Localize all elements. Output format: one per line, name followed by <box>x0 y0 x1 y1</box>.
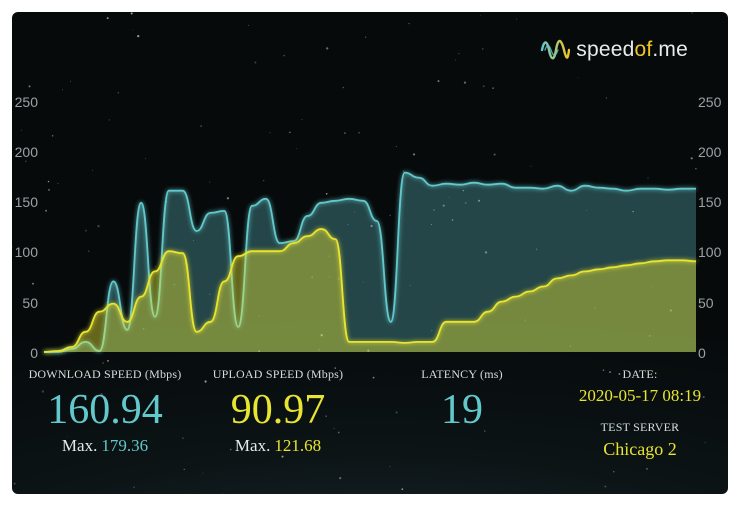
upload-label: UPLOAD SPEED (Mbps) <box>212 367 344 381</box>
date-stat: DATE: 2020-05-17 08:19 <box>562 367 718 406</box>
download-label: DOWNLOAD SPEED (Mbps) <box>28 367 182 381</box>
download-value: 160.94 <box>47 387 163 433</box>
latency-stat: LATENCY (ms) 19 <box>408 367 516 432</box>
server-value: Chicago 2 <box>603 439 677 459</box>
download-max-label: Max. <box>61 436 98 455</box>
download-max-value: 179.36 <box>101 436 149 455</box>
server-stat: TEST SERVER Chicago 2 <box>562 420 718 460</box>
upload-max-value: 121.68 <box>274 436 322 455</box>
upload-value: 90.97 <box>230 387 326 433</box>
latency-value: 19 <box>441 387 483 433</box>
upload-max-label: Max. <box>234 436 271 455</box>
speedtest-card: speedof.me 250 200 150 100 50 0 250 200 … <box>12 12 728 494</box>
upload-stat: UPLOAD SPEED (Mbps) 90.97 Max. 121.68 <box>208 367 348 456</box>
date-value: 2020-05-17 08:19 <box>578 386 702 405</box>
server-label: TEST SERVER <box>600 420 680 434</box>
latency-label: LATENCY (ms) <box>421 367 503 381</box>
date-label: DATE: <box>622 367 658 381</box>
download-stat: DOWNLOAD SPEED (Mbps) 160.94 Max. 179.36 <box>24 367 186 456</box>
